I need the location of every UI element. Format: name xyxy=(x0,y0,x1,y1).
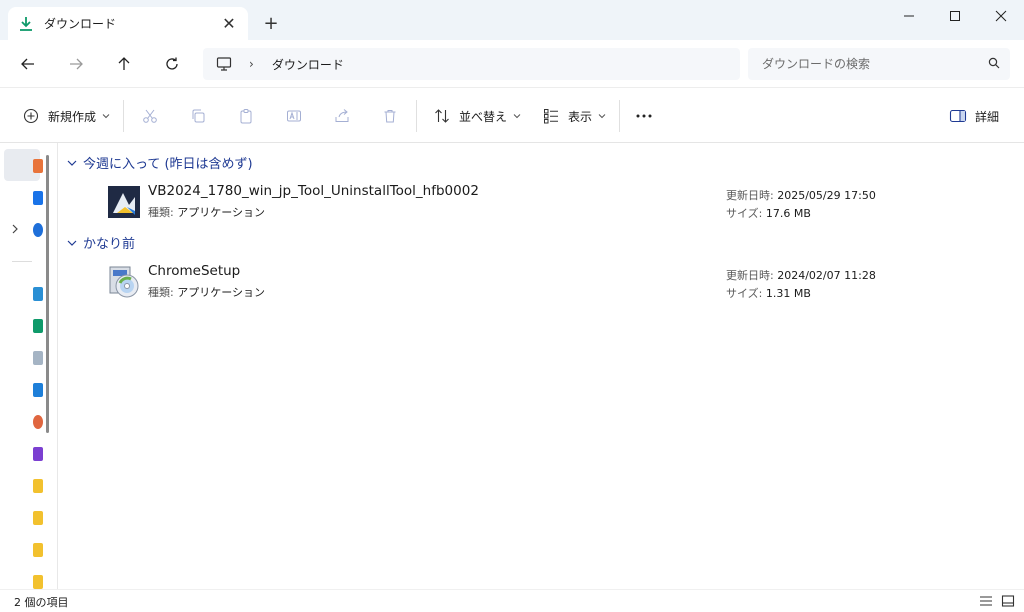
group-header-long-ago[interactable]: かなり前 xyxy=(66,233,135,252)
status-bar: 2 個の項目 xyxy=(0,589,1024,612)
copy-icon xyxy=(189,107,207,125)
chevron-down-icon xyxy=(66,237,78,249)
new-button[interactable]: 新規作成 xyxy=(22,104,110,128)
folder-icon[interactable] xyxy=(33,575,43,589)
downloads-icon[interactable] xyxy=(33,319,43,333)
close-tab-icon[interactable]: ✕ xyxy=(220,14,238,33)
tab-label: ダウンロード xyxy=(44,17,117,31)
details-label: 詳細 xyxy=(975,109,1000,124)
file-row[interactable]: ChromeSetup 種類: アプリケーション 更新日時: 2024/02/0… xyxy=(107,263,987,303)
nav-scrollbar[interactable] xyxy=(46,155,49,433)
toolbar-divider xyxy=(416,100,417,132)
nav-divider xyxy=(12,261,32,262)
details-pane-button[interactable]: 詳細 xyxy=(949,104,999,128)
home-icon[interactable] xyxy=(33,159,43,173)
file-row[interactable]: VB2024_1780_win_jp_Tool_UninstallTool_hf… xyxy=(107,183,987,223)
folder-icon[interactable] xyxy=(33,511,43,525)
navigation-pane xyxy=(0,143,58,589)
file-name: ChromeSetup xyxy=(148,263,241,279)
cut-button[interactable] xyxy=(141,104,159,128)
chevron-down-icon xyxy=(598,109,606,123)
new-tab-button[interactable]: + xyxy=(261,13,281,34)
file-name: VB2024_1780_win_jp_Tool_UninstallTool_hf… xyxy=(148,183,479,199)
chevron-down-icon xyxy=(102,109,110,123)
ellipsis-icon xyxy=(635,107,653,125)
forward-button[interactable] xyxy=(64,52,88,76)
pictures-icon[interactable] xyxy=(33,383,43,397)
clipboard-icon xyxy=(237,107,255,125)
chevron-down-icon xyxy=(513,109,521,123)
videos-icon[interactable] xyxy=(33,447,43,461)
toolbar-divider xyxy=(123,100,124,132)
close-window-button[interactable] xyxy=(978,0,1024,32)
minimize-button[interactable] xyxy=(886,0,932,32)
gallery-icon[interactable] xyxy=(33,191,43,205)
tiles-view-icon[interactable] xyxy=(1000,593,1016,609)
toolbar-divider xyxy=(619,100,620,132)
details-view-icon[interactable] xyxy=(978,593,994,609)
onedrive-icon[interactable] xyxy=(33,223,43,237)
paste-button[interactable] xyxy=(237,104,255,128)
arrow-up-icon xyxy=(118,57,130,70)
group-header-this-week[interactable]: 今週に入って (昨日は含めず) xyxy=(66,153,253,172)
group-title: かなり前 xyxy=(83,237,136,252)
file-size: サイズ: 17.6 MB xyxy=(726,207,811,220)
navigation-bar: › ダウンロード xyxy=(0,40,1024,87)
command-bar: 新規作成 並べ替え 表示 詳細 xyxy=(0,87,1024,143)
refresh-button[interactable] xyxy=(160,52,184,76)
share-button[interactable] xyxy=(333,104,351,128)
plus-circle-icon xyxy=(22,107,40,125)
folder-icon[interactable] xyxy=(33,543,43,557)
chevron-right-icon[interactable] xyxy=(10,223,20,238)
trash-icon xyxy=(381,107,399,125)
list-view-icon xyxy=(542,107,560,125)
refresh-icon xyxy=(166,57,178,70)
sort-icon xyxy=(433,107,451,125)
more-options-button[interactable] xyxy=(635,104,653,128)
back-button[interactable] xyxy=(16,52,40,76)
computer-icon xyxy=(215,55,233,73)
search-box[interactable] xyxy=(748,48,1010,80)
rename-icon xyxy=(285,107,303,125)
folder-icon[interactable] xyxy=(33,479,43,493)
chevron-down-icon xyxy=(66,157,78,169)
file-size: サイズ: 1.31 MB xyxy=(726,287,811,300)
up-button[interactable] xyxy=(112,52,136,76)
file-list: 今週に入って (昨日は含めず) VB2024_1780_win_jp_Tool_… xyxy=(59,143,1024,589)
tab-downloads[interactable]: ダウンロード ✕ xyxy=(8,7,248,40)
file-type: 種類: アプリケーション xyxy=(148,206,265,219)
search-input[interactable] xyxy=(762,57,988,71)
music-icon[interactable] xyxy=(33,415,43,429)
sort-label: 並べ替え xyxy=(459,109,508,124)
file-modified: 更新日時: 2025/05/29 17:50 xyxy=(726,189,876,202)
chevron-right-icon[interactable]: › xyxy=(249,57,254,71)
delete-button[interactable] xyxy=(381,104,399,128)
setup-disc-icon xyxy=(109,266,139,298)
title-bar: ダウンロード ✕ + xyxy=(0,0,1024,40)
scissors-icon xyxy=(141,107,159,125)
item-count: 2 個の項目 xyxy=(14,596,69,609)
details-pane-icon xyxy=(949,107,967,125)
group-title: 今週に入って (昨日は含めず) xyxy=(83,157,253,172)
arrow-right-icon xyxy=(70,58,83,70)
download-icon xyxy=(18,16,34,32)
maximize-button[interactable] xyxy=(932,0,978,32)
rename-button[interactable] xyxy=(285,104,303,128)
view-button[interactable]: 表示 xyxy=(542,104,606,128)
address-bar[interactable]: › ダウンロード xyxy=(203,48,740,80)
installer-icon xyxy=(108,186,140,218)
share-icon xyxy=(333,107,351,125)
sort-button[interactable]: 並べ替え xyxy=(433,104,521,128)
desktop-icon[interactable] xyxy=(33,287,43,301)
arrow-left-icon xyxy=(21,58,34,70)
view-label: 表示 xyxy=(568,109,593,124)
file-type: 種類: アプリケーション xyxy=(148,286,265,299)
new-button-label: 新規作成 xyxy=(48,109,97,124)
copy-button[interactable] xyxy=(189,104,207,128)
breadcrumb-downloads[interactable]: ダウンロード xyxy=(272,56,344,73)
file-modified: 更新日時: 2024/02/07 11:28 xyxy=(726,269,876,282)
search-icon[interactable] xyxy=(988,57,1000,72)
documents-icon[interactable] xyxy=(33,351,43,365)
